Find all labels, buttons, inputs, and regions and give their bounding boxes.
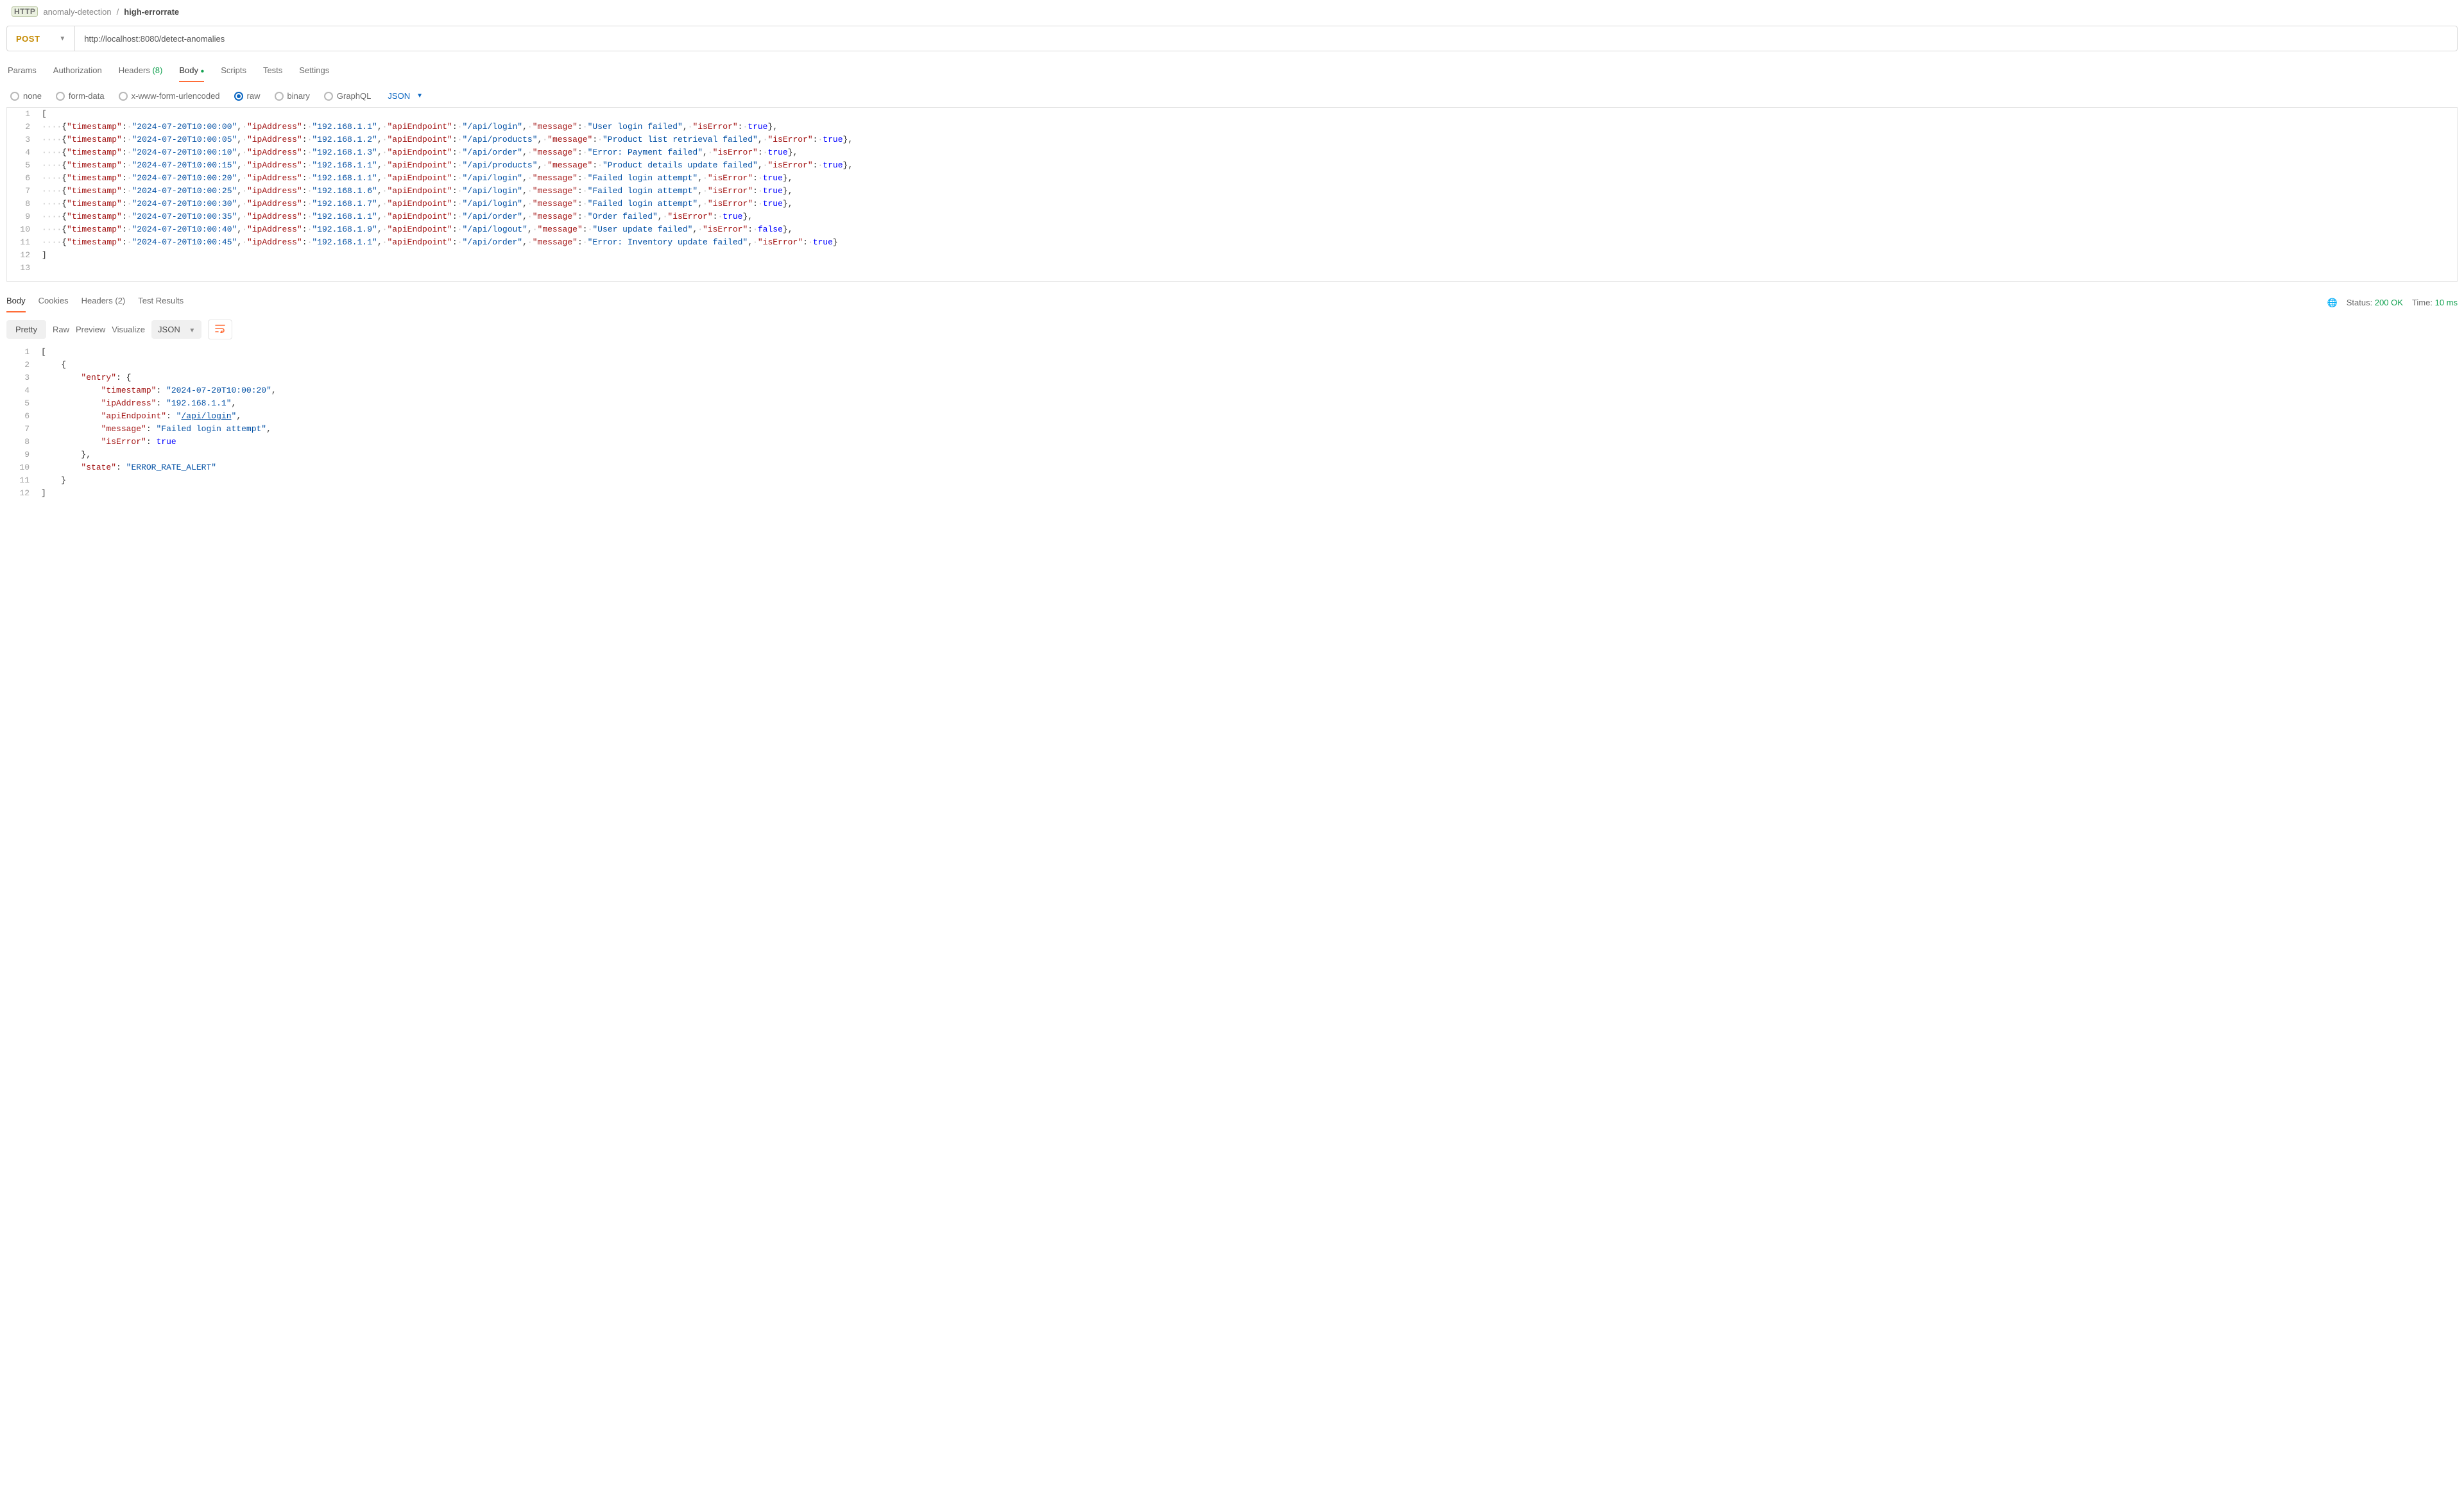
request-tabs: Params Authorization Headers (8) Body • …	[6, 63, 2458, 82]
modified-dot-icon: •	[201, 66, 205, 77]
tab-tests[interactable]: Tests	[263, 63, 282, 81]
radio-binary[interactable]: binary	[275, 91, 310, 101]
response-view-preview[interactable]: Preview	[76, 325, 105, 334]
tab-body[interactable]: Body •	[179, 63, 204, 81]
tab-settings[interactable]: Settings	[299, 63, 329, 81]
chevron-down-icon: ▼	[59, 35, 65, 42]
response-tab-headers-count: (2)	[115, 296, 125, 305]
http-badge-icon: HTTP	[12, 6, 38, 17]
http-method-label: POST	[16, 34, 40, 44]
raw-language-label: JSON	[388, 91, 410, 101]
response-toolbar: Pretty Raw Preview Visualize JSON ▼	[6, 320, 2458, 339]
request-body-editor[interactable]: 1[2····{"timestamp":·"2024-07-20T10:00:0…	[6, 107, 2458, 282]
request-url-bar: POST ▼ http://localhost:8080/detect-anom…	[6, 26, 2458, 51]
response-tab-headers[interactable]: Headers (2)	[81, 293, 126, 312]
radio-graphql[interactable]: GraphQL	[324, 91, 371, 101]
status-value: 200 OK	[2375, 298, 2403, 307]
tab-scripts[interactable]: Scripts	[221, 63, 246, 81]
response-bar: Body Cookies Headers (2) Test Results 🌐 …	[6, 293, 2458, 312]
breadcrumb-collection[interactable]: anomaly-detection	[43, 7, 111, 17]
response-tab-body[interactable]: Body	[6, 293, 26, 312]
time-value: 10 ms	[2435, 298, 2458, 307]
radio-form-data-label: form-data	[69, 91, 105, 101]
breadcrumb-separator: /	[117, 7, 119, 17]
radio-none[interactable]: none	[10, 91, 42, 101]
http-method-select[interactable]: POST ▼	[7, 26, 75, 51]
response-tab-headers-label: Headers	[81, 296, 113, 305]
chevron-down-icon: ▼	[416, 92, 423, 99]
raw-language-select[interactable]: JSON ▼	[388, 91, 423, 101]
radio-graphql-label: GraphQL	[337, 91, 371, 101]
url-input[interactable]: http://localhost:8080/detect-anomalies	[75, 26, 2457, 51]
wrap-lines-icon[interactable]	[208, 320, 232, 339]
response-tab-test-results[interactable]: Test Results	[138, 293, 184, 312]
globe-icon[interactable]: 🌐	[2327, 298, 2338, 308]
breadcrumb: HTTP anomaly-detection / high-errorrate	[6, 6, 2458, 17]
chevron-down-icon: ▼	[189, 327, 195, 334]
tab-headers-count: (8)	[152, 65, 162, 75]
radio-none-label: none	[23, 91, 42, 101]
tab-headers-label: Headers	[119, 65, 150, 75]
status-label: Status:	[2347, 298, 2372, 307]
radio-urlencoded[interactable]: x-www-form-urlencoded	[119, 91, 220, 101]
radio-urlencoded-label: x-www-form-urlencoded	[132, 91, 220, 101]
tab-headers[interactable]: Headers (8)	[119, 63, 163, 81]
tab-authorization[interactable]: Authorization	[53, 63, 102, 81]
breadcrumb-current: high-errorrate	[124, 7, 179, 17]
response-body-viewer[interactable]: 1[2 {3 "entry": {4 "timestamp": "2024-07…	[6, 346, 2458, 500]
radio-raw-label: raw	[247, 91, 261, 101]
response-view-raw[interactable]: Raw	[53, 325, 69, 334]
response-view-visualize[interactable]: Visualize	[112, 325, 145, 334]
response-format-select[interactable]: JSON ▼	[151, 320, 201, 339]
response-tabs: Body Cookies Headers (2) Test Results	[6, 293, 184, 312]
tab-body-label: Body	[179, 65, 198, 75]
radio-binary-label: binary	[287, 91, 310, 101]
radio-form-data[interactable]: form-data	[56, 91, 105, 101]
time-label: Time:	[2412, 298, 2433, 307]
response-format-label: JSON	[158, 325, 180, 334]
response-status: 🌐 Status: 200 OK Time: 10 ms	[2327, 298, 2458, 308]
body-type-row: none form-data x-www-form-urlencoded raw…	[6, 91, 2458, 101]
tab-params[interactable]: Params	[8, 63, 37, 81]
radio-raw[interactable]: raw	[234, 91, 261, 101]
response-view-pretty[interactable]: Pretty	[6, 320, 46, 339]
response-tab-cookies[interactable]: Cookies	[38, 293, 69, 312]
